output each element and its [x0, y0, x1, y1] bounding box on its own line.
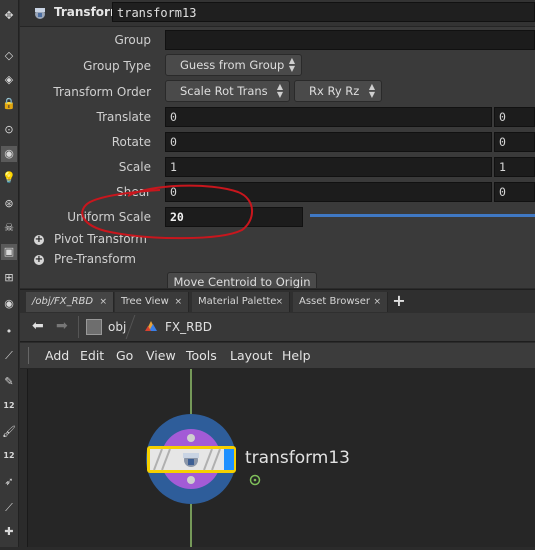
skull-icon[interactable]: ☠	[1, 220, 17, 236]
light-icon[interactable]: 💡	[1, 170, 17, 186]
close-icon[interactable]: ×	[99, 292, 107, 312]
bulb-icon[interactable]: ⊛	[1, 196, 17, 212]
menu-view[interactable]: View	[146, 348, 176, 363]
tab-material-palette[interactable]: Material Palette ×	[192, 292, 290, 312]
path-root[interactable]: obj	[108, 320, 126, 334]
tab-label: Asset Browser	[299, 296, 371, 307]
path-current[interactable]: FX_RBD	[165, 320, 212, 334]
magnet-icon[interactable]: ⊙	[1, 122, 17, 138]
network-tab-bar: /obj/FX_RBD × Tree View × Material Palet…	[20, 289, 535, 314]
left-shelf-toolbar: ✥ ◇ ◈ 🔒 ⊙ ◉ 💡 ⊛ ☠ ▣ ⊞ ◉ • ⟋ ✎ 12 🖌 12 ➶ …	[0, 0, 19, 547]
node-info-dot	[253, 478, 257, 482]
menu-grip	[28, 347, 29, 364]
grid-icon[interactable]: ⊞	[1, 270, 17, 286]
pose-tool-icon[interactable]: ◈	[1, 72, 17, 88]
node-name-label[interactable]: transform13	[245, 448, 350, 468]
add-tab-button[interactable]: +	[392, 290, 406, 312]
cursor-icon[interactable]: ➶	[1, 474, 17, 490]
pin-icon[interactable]: ✚	[1, 524, 17, 540]
back-arrow-icon[interactable]: ⬅	[32, 318, 44, 334]
brush-icon[interactable]: ✎	[1, 374, 17, 390]
handle-tool-icon[interactable]: ✥	[1, 8, 17, 24]
tab-label: /obj/FX_RBD	[32, 296, 94, 307]
divider	[78, 316, 79, 338]
menu-help[interactable]: Help	[282, 348, 311, 363]
tab-label: Tree View	[121, 296, 169, 307]
view-tool-icon[interactable]: ◉	[1, 146, 17, 162]
snap-icon[interactable]: ⟋	[1, 348, 17, 364]
menu-tools[interactable]: Tools	[186, 348, 217, 363]
select-tool-icon[interactable]: ◇	[1, 48, 17, 64]
tab-obj-fx-rbd[interactable]: /obj/FX_RBD ×	[26, 292, 114, 312]
forward-arrow-icon[interactable]: ➡	[56, 318, 68, 334]
tab-asset-browser[interactable]: Asset Browser ×	[293, 292, 388, 312]
network-view[interactable]: transform13	[27, 369, 535, 547]
tab-tree-view[interactable]: Tree View ×	[115, 292, 189, 312]
obj-context-icon	[86, 319, 102, 335]
close-icon[interactable]: ×	[373, 292, 381, 312]
point-icon[interactable]: •	[1, 324, 17, 340]
display-flag[interactable]	[224, 449, 234, 470]
subnet-icon	[144, 319, 158, 333]
path-separator	[125, 315, 136, 339]
display-tool-icon[interactable]: ▣	[1, 244, 17, 260]
paint-icon[interactable]: 🖌	[1, 424, 17, 440]
snap-count-label-2[interactable]: 12	[1, 448, 17, 464]
input-connector[interactable]	[187, 434, 195, 442]
knife-icon[interactable]: ⟋	[1, 500, 17, 516]
menu-add[interactable]: Add	[45, 348, 69, 363]
close-icon[interactable]: ×	[174, 292, 182, 312]
path-bar: ⬅ ➡ obj FX_RBD	[20, 313, 535, 342]
red-annotation-circle	[81, 184, 253, 240]
lock-icon[interactable]: 🔒	[1, 96, 17, 112]
close-icon[interactable]: ×	[275, 292, 283, 312]
eye-icon[interactable]: ◉	[1, 296, 17, 312]
tab-label: Material Palette	[198, 296, 277, 307]
menu-edit[interactable]: Edit	[80, 348, 104, 363]
output-connector[interactable]	[187, 476, 195, 484]
menu-go[interactable]: Go	[116, 348, 133, 363]
snap-count-label[interactable]: 12	[1, 398, 17, 414]
network-menu-bar: Add Edit Go View Tools Layout Help	[20, 343, 535, 369]
parameter-pane: Transform transform13 Group Group Type G…	[20, 0, 535, 288]
menu-layout[interactable]: Layout	[230, 348, 273, 363]
